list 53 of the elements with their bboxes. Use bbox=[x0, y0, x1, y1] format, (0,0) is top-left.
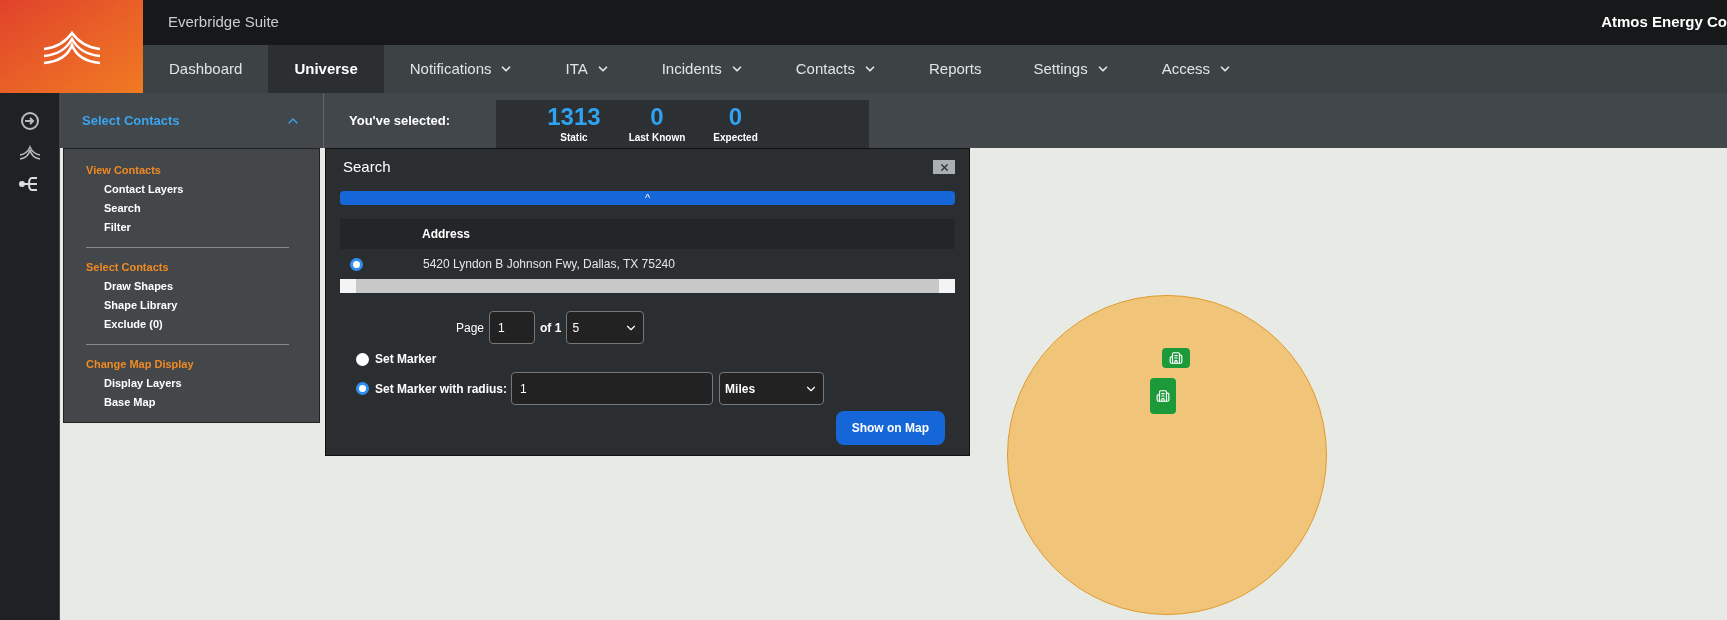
page-count: of 1 bbox=[540, 319, 562, 337]
menu-item[interactable]: Shape Library bbox=[86, 296, 289, 315]
nav-tab[interactable]: Contacts bbox=[769, 45, 903, 93]
counter-caption: Last Known bbox=[628, 130, 686, 145]
unit-select[interactable]: Miles bbox=[719, 372, 825, 405]
nav-tab[interactable]: Access bbox=[1135, 45, 1259, 93]
menu-heading: View Contacts bbox=[86, 163, 162, 178]
logo-tile[interactable] bbox=[0, 0, 143, 93]
counter-caption: Expected bbox=[713, 130, 758, 145]
menu-item[interactable]: Contact Layers bbox=[86, 180, 289, 199]
result-row[interactable]: 5420 Lyndon B Johnson Fwy, Dallas, TX 75240 bbox=[340, 249, 955, 279]
radio-button[interactable] bbox=[356, 352, 369, 366]
column-header: Address bbox=[422, 226, 471, 243]
menu-item[interactable]: Display Layers bbox=[86, 374, 289, 393]
suite-title: Everbridge Suite bbox=[168, 12, 279, 33]
show-on-map-button[interactable]: Show on Map bbox=[835, 411, 945, 445]
page-size-select[interactable]: 5 bbox=[566, 311, 645, 344]
page-input[interactable]: 1 bbox=[489, 311, 536, 344]
menu-item[interactable]: Base Map bbox=[86, 393, 289, 412]
nav-tab[interactable]: Incidents bbox=[635, 45, 770, 93]
close-button[interactable] bbox=[933, 160, 955, 174]
organization-name: Atmos Energy Co bbox=[1601, 12, 1727, 33]
close-icon bbox=[938, 161, 950, 173]
radio-button[interactable] bbox=[350, 257, 363, 271]
building-marker-icon bbox=[1162, 348, 1190, 368]
nav-tab[interactable]: ITA bbox=[539, 45, 636, 93]
menu-heading: Select Contacts bbox=[86, 260, 170, 275]
nav-tab[interactable]: Notifications bbox=[383, 45, 540, 93]
menu-heading: Change Map Display bbox=[86, 357, 195, 372]
menu-item[interactable]: Filter bbox=[86, 218, 289, 237]
building-marker-icon bbox=[1150, 378, 1176, 414]
option-label: Set Marker with radius: bbox=[375, 380, 508, 398]
counter-value: 0 bbox=[728, 103, 743, 130]
radio-button[interactable] bbox=[356, 382, 369, 395]
radius-input[interactable]: 1 bbox=[511, 372, 714, 405]
menu-item[interactable]: Draw Shapes bbox=[86, 277, 289, 296]
collapse-bar[interactable]: ^ bbox=[340, 191, 955, 205]
counter-caption: Static bbox=[560, 130, 588, 145]
address-text: 5420 Lyndon B Johnson Fwy, Dallas, TX 75240 bbox=[423, 256, 675, 273]
page-label: Page bbox=[456, 319, 485, 337]
menu-item[interactable]: Search bbox=[86, 199, 289, 218]
counter-value: 1313 bbox=[547, 103, 601, 130]
nav-tab[interactable]: Settings bbox=[1007, 45, 1136, 93]
option-label: Set Marker bbox=[375, 351, 437, 368]
nav-tab[interactable]: Reports bbox=[902, 45, 1008, 93]
horizontal-scrollbar[interactable] bbox=[340, 279, 955, 293]
selection-label: You've selected: bbox=[349, 111, 452, 130]
menu-item[interactable]: Exclude (0) bbox=[86, 315, 289, 334]
nav-tab[interactable]: Dashboard bbox=[143, 45, 269, 93]
nav-tab[interactable]: Universe bbox=[268, 45, 384, 93]
counter-value: 0 bbox=[650, 103, 664, 130]
dialog-title: Search bbox=[342, 156, 391, 177]
bridge-icon[interactable] bbox=[18, 145, 41, 161]
